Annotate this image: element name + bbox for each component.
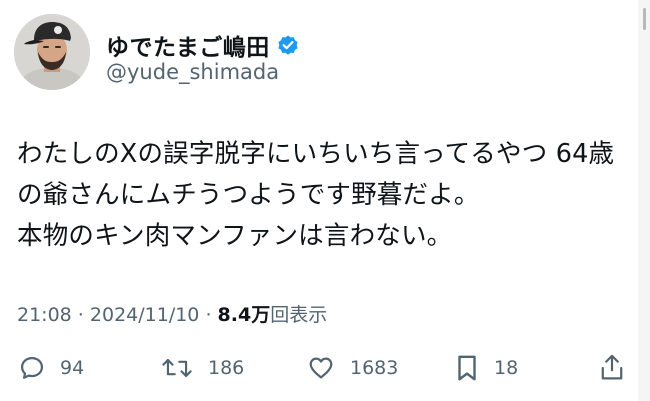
tweet-time[interactable]: 21:08 [17, 304, 72, 326]
retweet-icon [162, 358, 192, 378]
retweet-button[interactable]: 186 [160, 348, 244, 388]
like-count: 1683 [350, 357, 399, 379]
tweet-meta: 21:08 · 2024/11/10 · 8.4万回表示 [17, 300, 327, 327]
author-handle[interactable]: @yude_shimada [106, 60, 279, 84]
bookmark-icon [458, 355, 476, 381]
bookmark-count: 18 [494, 357, 519, 379]
views-count[interactable]: 8.4 [218, 304, 252, 326]
views-label[interactable]: 回表示 [270, 304, 327, 326]
reply-count: 94 [60, 357, 85, 379]
scrollbar-track[interactable] [638, 0, 650, 401]
scrollbar-thumb[interactable] [643, 8, 646, 30]
heart-icon [309, 357, 333, 379]
tweet-text: わたしのXの誤字脱字にいちいち言ってるやつ 64歳 の爺さんにムチうつようです野… [17, 139, 615, 251]
action-bar: 94 186 1683 18 [0, 348, 650, 388]
retweet-count: 186 [208, 357, 245, 379]
avatar[interactable] [14, 14, 90, 90]
meta-separator: · [71, 304, 90, 326]
author-name-row[interactable]: ゆでたまご嶋田 [106, 28, 300, 62]
bookmark-button[interactable]: 18 [454, 348, 518, 388]
tweet-date[interactable]: 2024/11/10 [90, 304, 200, 326]
verified-badge-icon [276, 33, 300, 57]
share-button[interactable] [598, 348, 626, 388]
author-display-name[interactable]: ゆでたまご嶋田 [106, 28, 270, 62]
meta-separator: · [199, 304, 218, 326]
views-unit[interactable]: 万 [251, 304, 270, 326]
avatar-photo [14, 14, 90, 90]
like-button[interactable]: 1683 [306, 348, 398, 388]
reply-button[interactable]: 94 [18, 348, 84, 388]
reply-icon [20, 356, 44, 379]
share-icon [601, 354, 623, 380]
